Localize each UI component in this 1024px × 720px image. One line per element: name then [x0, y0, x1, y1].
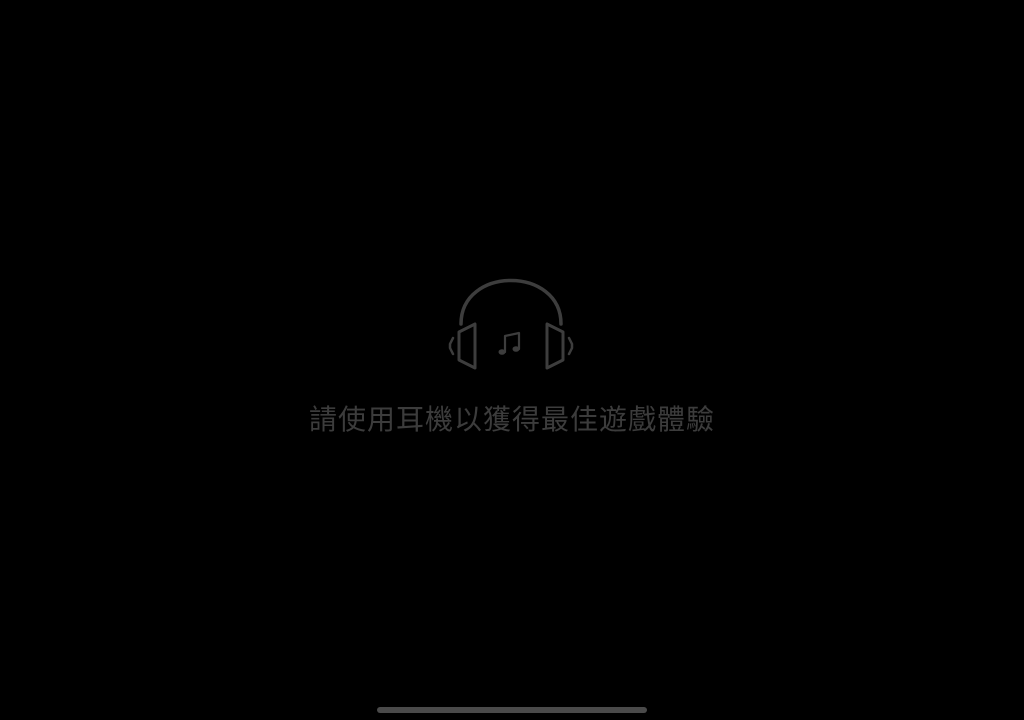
music-note-icon	[498, 331, 521, 355]
headphone-recommendation-screen: 請使用耳機以獲得最佳遊戲體驗	[0, 0, 1024, 720]
headphones-icon	[447, 272, 575, 374]
home-indicator[interactable]	[377, 707, 647, 713]
headphone-message: 請使用耳機以獲得最佳遊戲體驗	[308, 403, 715, 436]
